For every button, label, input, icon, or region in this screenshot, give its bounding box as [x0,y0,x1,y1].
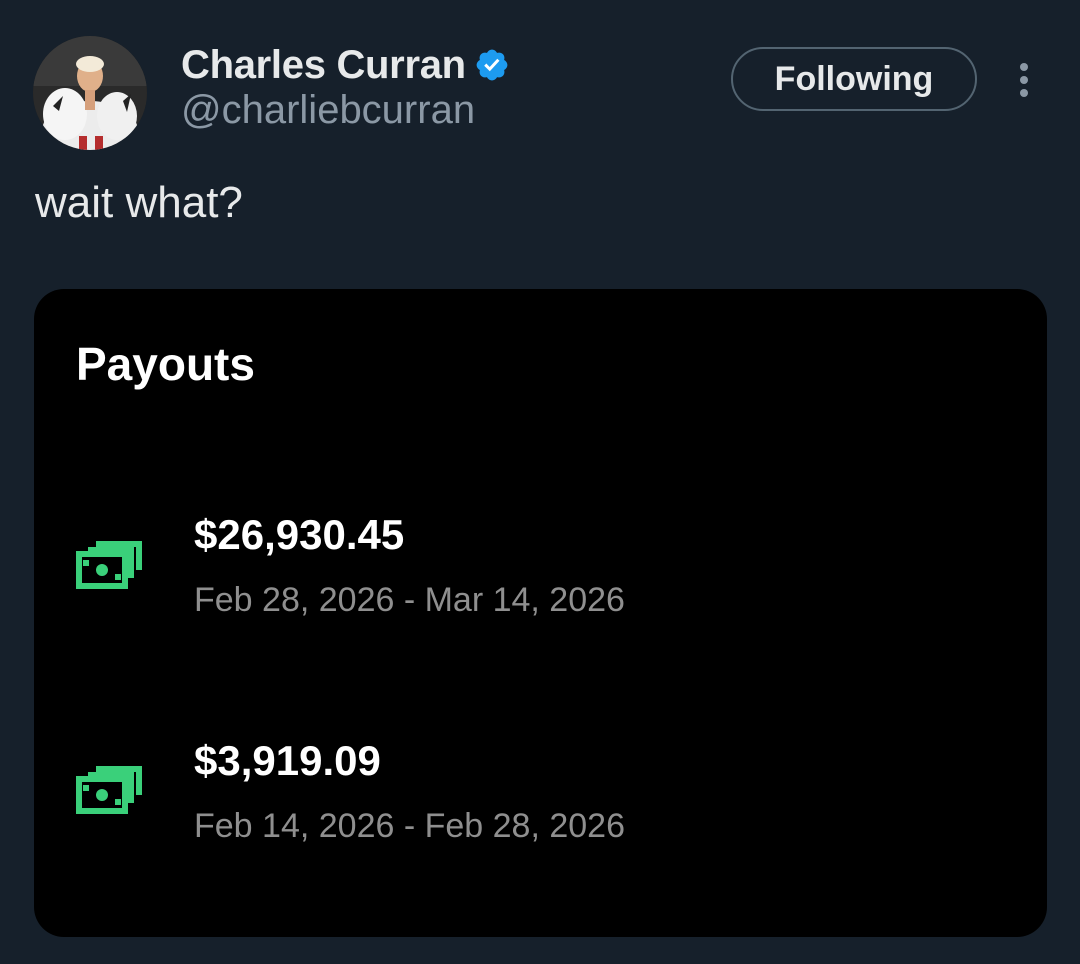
display-name[interactable]: Charles Curran [181,43,466,88]
payout-amount: $26,930.45 [194,511,405,558]
payout-date-range: Feb 14, 2026 - Feb 28, 2026 [194,807,625,845]
payout-date-range: Feb 28, 2026 - Mar 14, 2026 [194,581,625,619]
payouts-card[interactable]: Payouts $26,930.45 Feb 28, 2026 - Mar 14… [34,289,1047,937]
avatar[interactable] [33,36,147,150]
following-button[interactable]: Following [731,47,977,111]
card-title: Payouts [76,338,255,390]
payout-amount: $3,919.09 [194,737,381,784]
more-options-icon[interactable] [1004,56,1044,104]
money-icon [74,763,144,817]
money-icon [74,538,144,592]
verified-badge-icon[interactable] [474,47,510,83]
author-name-row: Charles Curran [181,40,510,90]
tweet-text: wait what? [35,178,243,227]
author-handle[interactable]: @charliebcurran [181,88,475,133]
